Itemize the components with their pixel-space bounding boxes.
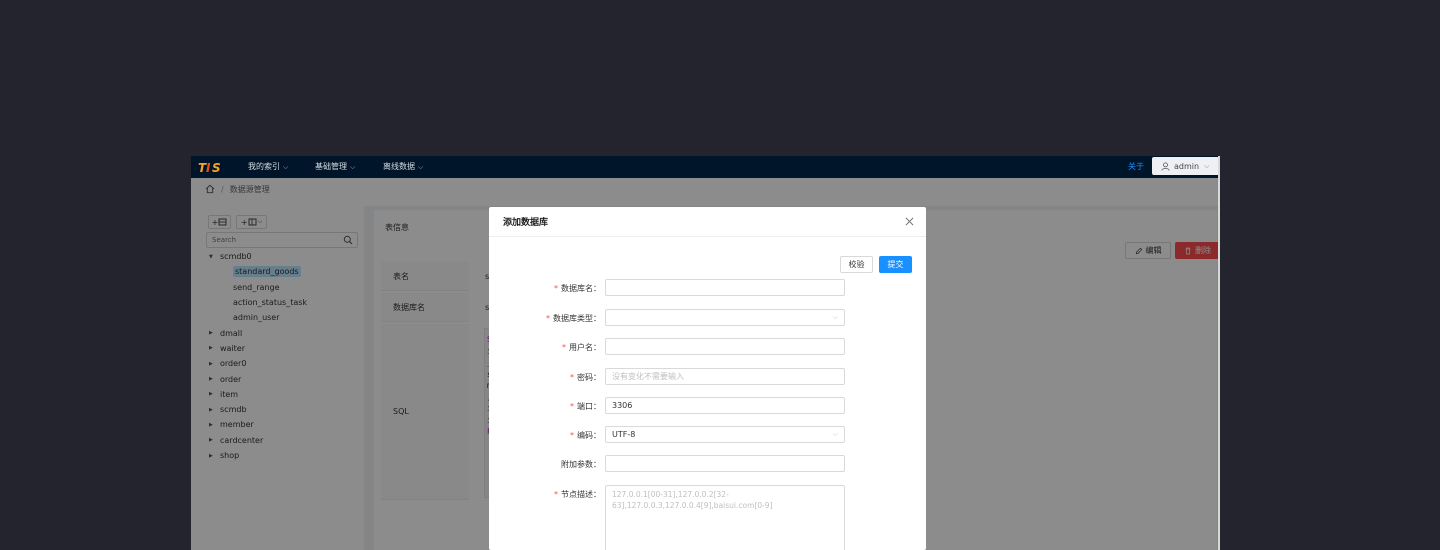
field-select[interactable]: ⌵ <box>605 309 845 326</box>
nav-menu-label: 我的索引 <box>248 162 280 171</box>
field-label-colon: ： <box>593 490 601 499</box>
chevron-down-icon: ⌵ <box>832 430 838 438</box>
field-label-colon: ： <box>593 402 601 411</box>
field-input[interactable]: 没有变化不需要输入 <box>605 368 845 385</box>
field-label: * 数据库名： <box>489 283 601 294</box>
field-label-text: 编码 <box>577 431 593 440</box>
required-mark: * <box>554 490 558 499</box>
field-label-colon: ： <box>593 284 601 293</box>
field-value: 没有变化不需要输入 <box>612 372 684 381</box>
nav-menu-label: 基础管理 <box>315 162 347 171</box>
nav-menu-my-index[interactable]: 我的索引 ⌵ <box>248 156 288 178</box>
about-link[interactable]: 关于 <box>1128 156 1144 178</box>
modal-title: 添加数据库 <box>503 218 549 228</box>
nav-menu-basic-management[interactable]: 基础管理 ⌵ <box>315 156 355 178</box>
field-label: 附加参数： <box>489 459 601 470</box>
field-label-colon: ： <box>593 314 601 323</box>
top-nav-bar: T I S 我的索引 ⌵ 基础管理 ⌵ 离线数据 ⌵ 关于 admin ⌵ <box>191 156 1218 178</box>
field-input[interactable]: 3306 <box>605 397 845 414</box>
chevron-down-icon: ⌵ <box>283 163 289 171</box>
nav-menu-offline-data[interactable]: 离线数据 ⌵ <box>383 156 423 178</box>
user-name: admin <box>1174 161 1200 171</box>
chevron-down-icon: ⌵ <box>418 163 424 171</box>
field-label-text: 数据库名 <box>561 284 593 293</box>
field-input[interactable] <box>605 455 845 472</box>
check-button[interactable]: 校验 <box>840 256 873 273</box>
field-label: * 节点描述： <box>489 489 601 500</box>
node-description-textarea[interactable]: 127.0.0.1[00-31],127.0.0.2[32-63],127.0.… <box>605 485 845 550</box>
field-label-text: 用户名 <box>569 343 593 352</box>
add-database-modal: 添加数据库 校验 提交 * 数据库名： * 数据库类型： ⌵ * 用户名： * 密码： 没有变化不… <box>489 207 926 550</box>
logo[interactable]: T I S <box>197 159 225 175</box>
required-mark: * <box>570 373 574 382</box>
submit-button[interactable]: 提交 <box>879 256 912 273</box>
chevron-down-icon: ⌵ <box>832 313 838 321</box>
field-label: * 密码： <box>489 372 601 383</box>
required-mark: * <box>546 314 550 323</box>
modal-header: 添加数据库 <box>489 207 926 237</box>
field-label-colon: ： <box>593 431 601 440</box>
field-label: * 端口： <box>489 401 601 412</box>
chevron-down-icon: ⌵ <box>1204 161 1210 170</box>
required-mark: * <box>562 343 566 352</box>
field-value: 3306 <box>612 401 633 410</box>
field-label: * 数据库类型： <box>489 313 601 324</box>
svg-text:I: I <box>206 161 211 175</box>
field-label-text: 数据库类型 <box>553 314 593 323</box>
field-label: * 编码： <box>489 430 601 441</box>
field-label-text: 附加参数 <box>561 460 593 469</box>
field-select[interactable]: UTF-8 ⌵ <box>605 426 845 443</box>
field-label-text: 密码 <box>577 373 593 382</box>
field-label: * 用户名： <box>489 342 601 353</box>
field-input[interactable] <box>605 338 845 355</box>
required-mark: * <box>554 284 558 293</box>
chevron-down-icon: ⌵ <box>350 163 356 171</box>
field-label-colon: ： <box>593 373 601 382</box>
app-window: T I S 我的索引 ⌵ 基础管理 ⌵ 离线数据 ⌵ 关于 admin ⌵ / 数据源… <box>191 156 1220 550</box>
field-label-colon: ： <box>593 460 601 469</box>
field-input[interactable] <box>605 279 845 296</box>
field-label-text: 端口 <box>577 402 593 411</box>
field-label-colon: ： <box>593 343 601 352</box>
required-mark: * <box>570 402 574 411</box>
close-icon[interactable] <box>905 217 914 226</box>
field-value: UTF-8 <box>612 430 636 439</box>
required-mark: * <box>570 431 574 440</box>
field-label-text: 节点描述 <box>561 490 593 499</box>
user-menu[interactable]: admin ⌵ <box>1152 157 1218 175</box>
svg-text:S: S <box>212 161 221 175</box>
nav-menu-label: 离线数据 <box>383 162 415 171</box>
user-icon <box>1161 161 1170 171</box>
